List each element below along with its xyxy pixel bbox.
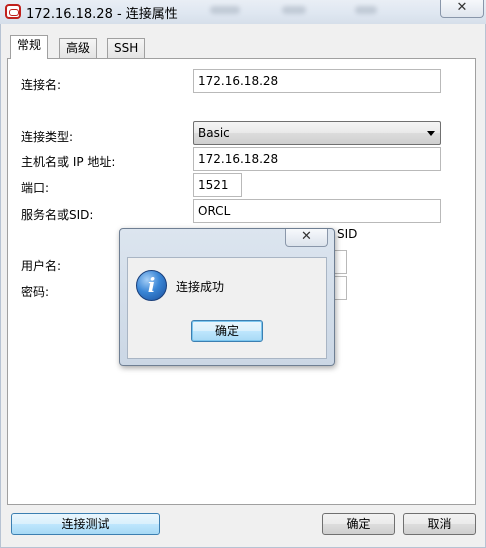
window-titlebar: 172.16.18.28 - 连接属性 ✕ — [0, 0, 486, 24]
port-label: 端口: — [21, 181, 50, 195]
host-label: 主机名或 IP 地址: — [21, 155, 116, 169]
test-connection-button[interactable]: 连接测试 — [11, 513, 160, 535]
dialog-close-button[interactable]: ✕ — [285, 229, 328, 247]
username-label: 用户名: — [21, 259, 62, 273]
host-input[interactable]: 172.16.18.28 — [193, 147, 441, 171]
port-input[interactable]: 1521 — [193, 173, 242, 197]
message-dialog: ✕ i 连接成功 确定 — [119, 228, 335, 366]
password-label: 密码: — [21, 285, 50, 299]
tab-advanced[interactable]: 高级 — [59, 38, 98, 58]
connection-type-label: 连接类型: — [21, 130, 74, 144]
connection-type-select[interactable]: Basic — [193, 121, 441, 145]
window-title: 172.16.18.28 - 连接属性 — [26, 7, 178, 22]
window-close-button[interactable]: ✕ — [440, 0, 484, 18]
dialog-body: i 连接成功 确定 — [127, 257, 327, 359]
dialog-message: 连接成功 — [176, 280, 225, 294]
tab-general[interactable]: 常规 — [10, 35, 49, 59]
blurred-background — [282, 6, 306, 14]
blurred-background — [210, 6, 240, 14]
dialog-ok-button[interactable]: 确定 — [191, 320, 263, 342]
chevron-down-icon — [427, 131, 435, 136]
tab-ssh[interactable]: SSH — [107, 38, 146, 58]
blurred-background — [355, 6, 377, 14]
ok-button[interactable]: 确定 — [322, 513, 395, 535]
service-input[interactable]: ORCL — [193, 199, 441, 223]
sid-option-label: SID — [337, 227, 358, 241]
cancel-button[interactable]: 取消 — [403, 513, 476, 535]
info-icon: i — [136, 270, 167, 301]
connection-name-input[interactable]: 172.16.18.28 — [193, 69, 441, 93]
service-label: 服务名或SID: — [21, 208, 94, 222]
connection-type-value: Basic — [198, 126, 230, 140]
app-icon — [5, 4, 21, 19]
connection-name-label: 连接名: — [21, 78, 62, 92]
